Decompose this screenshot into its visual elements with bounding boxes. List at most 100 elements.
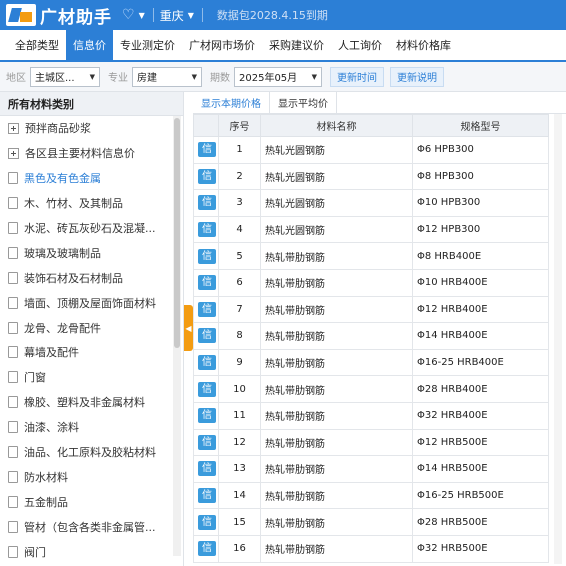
header-name[interactable]: 材料名称 bbox=[260, 114, 413, 137]
favorite-icon[interactable]: ♡ bbox=[122, 7, 135, 23]
info-price-badge[interactable]: 信 bbox=[198, 408, 216, 424]
material-name: 热轧带肋钢筋 bbox=[260, 348, 413, 377]
table-row[interactable]: 信 8 热轧带肋钢筋 Φ14 HRB400E bbox=[193, 322, 549, 350]
city-dropdown-icon[interactable]: ▼ bbox=[188, 11, 194, 20]
tab-all-types[interactable]: 全部类型 bbox=[8, 30, 66, 60]
material-name: 热轧光圆钢筋 bbox=[260, 162, 413, 191]
sidebar-item[interactable]: 龙骨、龙骨配件 bbox=[0, 315, 183, 340]
material-name: 热轧带肋钢筋 bbox=[260, 375, 413, 403]
collapse-sidebar-button[interactable]: ◀ bbox=[184, 305, 193, 351]
sidebar-item[interactable]: 门窗 bbox=[0, 365, 183, 390]
sidebar-item[interactable]: 幕墙及配件 bbox=[0, 340, 183, 365]
tab-professional-price[interactable]: 专业测定价 bbox=[113, 30, 182, 60]
info-price-badge[interactable]: 信 bbox=[198, 514, 216, 530]
sidebar-item[interactable]: 木、竹材、及其制品 bbox=[0, 191, 183, 216]
header-spec[interactable]: 规格型号 bbox=[412, 114, 549, 137]
info-price-badge[interactable]: 信 bbox=[198, 461, 216, 477]
document-icon bbox=[8, 296, 18, 309]
info-price-badge[interactable]: 信 bbox=[198, 301, 216, 317]
table-row[interactable]: 信 5 热轧带肋钢筋 Φ8 HRB400E bbox=[193, 242, 549, 270]
sidebar-item[interactable]: 黑色及有色金属 bbox=[0, 166, 183, 191]
document-icon bbox=[8, 197, 18, 210]
sidebar-item[interactable]: 五金制品 bbox=[0, 489, 183, 514]
sidebar-item[interactable]: 墙面、顶棚及屋面饰面材料 bbox=[0, 290, 183, 315]
table-row[interactable]: 信 4 热轧光圆钢筋 Φ12 HPB300 bbox=[193, 215, 549, 244]
table-row[interactable]: 信 3 热轧光圆钢筋 Φ10 HPB300 bbox=[193, 189, 549, 217]
table-row[interactable]: 信 7 热轧带肋钢筋 Φ12 HRB400E bbox=[193, 295, 549, 324]
tab-purchase-suggest[interactable]: 采购建议价 bbox=[262, 30, 331, 60]
region-select[interactable]: 主城区... ▼ bbox=[30, 66, 100, 87]
sidebar-item[interactable]: 玻璃及玻璃制品 bbox=[0, 240, 183, 265]
sidebar-item[interactable]: 防水材料 bbox=[0, 464, 183, 489]
table-row[interactable]: 信 15 热轧带肋钢筋 Φ28 HRB500E bbox=[193, 508, 549, 536]
sidebar-header: 所有材料类别 bbox=[0, 92, 183, 116]
tab-manual-inquiry[interactable]: 人工询价 bbox=[331, 30, 389, 60]
update-time-button[interactable]: 更新时间 bbox=[330, 66, 384, 87]
info-price-badge[interactable]: 信 bbox=[198, 355, 216, 371]
row-number: 8 bbox=[218, 322, 261, 350]
table-row[interactable]: 信 14 热轧带肋钢筋 Φ16-25 HRB500E bbox=[193, 481, 549, 510]
table-row[interactable]: 信 12 热轧带肋钢筋 Φ12 HRB500E bbox=[193, 428, 549, 457]
update-note-button[interactable]: 更新说明 bbox=[390, 66, 444, 87]
info-price-badge[interactable]: 信 bbox=[198, 248, 216, 264]
sidebar-item[interactable]: 各区县主要材料信息价 bbox=[0, 141, 183, 166]
period-value: 2025年05月 bbox=[239, 73, 298, 84]
sidebar-item[interactable]: 装饰石材及石材制品 bbox=[0, 265, 183, 290]
info-price-badge[interactable]: 信 bbox=[198, 168, 216, 184]
info-price-badge[interactable]: 信 bbox=[198, 275, 216, 291]
favorite-dropdown-icon[interactable]: ▼ bbox=[139, 11, 145, 20]
sidebar-scroll-thumb[interactable] bbox=[174, 118, 180, 348]
profession-select[interactable]: 房建 ▼ bbox=[132, 66, 202, 87]
document-icon bbox=[8, 271, 18, 284]
category-list: 预拌商品砂浆 各区县主要材料信息价 黑色及有色金属 木、竹材、及其制品 水泥、砖瓦灰砂石… bbox=[0, 116, 183, 564]
table-row[interactable]: 信 1 热轧光圆钢筋 Φ6 HPB300 bbox=[193, 136, 549, 164]
sidebar-item[interactable]: 橡胶、塑料及非金属材料 bbox=[0, 390, 183, 415]
table-row[interactable]: 信 2 热轧光圆钢筋 Φ8 HPB300 bbox=[193, 162, 549, 191]
sidebar-item[interactable]: 水泥、砖瓦灰砂石及混凝... bbox=[0, 216, 183, 241]
region-value: 主城区... bbox=[35, 73, 75, 84]
info-price-badge[interactable]: 信 bbox=[198, 381, 216, 397]
expand-plus-icon[interactable] bbox=[8, 147, 19, 159]
sidebar-item[interactable]: 预拌商品砂浆 bbox=[0, 116, 183, 141]
tab-market-price[interactable]: 广材网市场价 bbox=[182, 30, 262, 60]
city-selector[interactable]: 重庆 bbox=[160, 7, 184, 24]
info-price-badge[interactable]: 信 bbox=[198, 328, 216, 344]
tab-average-price[interactable]: 显示平均价 bbox=[270, 92, 337, 113]
sidebar-item[interactable]: 油品、化工原料及胶粘材料 bbox=[0, 440, 183, 465]
tab-current-price[interactable]: 显示本期价格 bbox=[193, 92, 270, 113]
material-name: 热轧带肋钢筋 bbox=[260, 508, 413, 536]
material-spec: Φ6 HPB300 bbox=[412, 136, 549, 164]
header-no[interactable]: 序号 bbox=[218, 114, 261, 137]
info-price-badge[interactable]: 信 bbox=[198, 488, 216, 504]
sidebar-item[interactable]: 油漆、涂料 bbox=[0, 415, 183, 440]
info-price-badge[interactable]: 信 bbox=[198, 434, 216, 450]
sidebar-item[interactable]: 阀门 bbox=[0, 539, 183, 564]
info-price-badge[interactable]: 信 bbox=[198, 195, 216, 211]
table-row[interactable]: 信 16 热轧带肋钢筋 Φ32 HRB500E bbox=[193, 534, 549, 563]
info-price-badge[interactable]: 信 bbox=[198, 142, 216, 158]
info-price-badge[interactable]: 信 bbox=[198, 222, 216, 238]
table-row[interactable]: 信 9 热轧带肋钢筋 Φ16-25 HRB400E bbox=[193, 348, 549, 377]
info-price-badge[interactable]: 信 bbox=[198, 541, 216, 557]
price-view-tabs: 显示本期价格 显示平均价 bbox=[193, 92, 566, 114]
sidebar-item-label: 油品、化工原料及胶粘材料 bbox=[24, 446, 156, 460]
expand-plus-icon[interactable] bbox=[8, 122, 19, 134]
period-select[interactable]: 2025年05月 ▼ bbox=[234, 66, 322, 87]
title-bar: 广材助手 ♡ ▼ 重庆 ▼ 数据包2028.4.15到期 bbox=[0, 0, 566, 30]
table-scrollbar[interactable] bbox=[554, 114, 562, 564]
document-icon bbox=[8, 246, 18, 259]
tab-info-price[interactable]: 信息价 bbox=[66, 30, 113, 60]
material-spec: Φ28 HRB400E bbox=[412, 375, 549, 403]
document-icon bbox=[8, 172, 18, 185]
row-number: 16 bbox=[218, 534, 261, 563]
tab-price-library[interactable]: 材料价格库 bbox=[389, 30, 458, 60]
row-number: 14 bbox=[218, 481, 261, 510]
app-name: 广材助手 bbox=[40, 7, 112, 28]
table-row[interactable]: 信 13 热轧带肋钢筋 Φ14 HRB500E bbox=[193, 455, 549, 483]
table-row[interactable]: 信 10 热轧带肋钢筋 Φ28 HRB400E bbox=[193, 375, 549, 403]
row-number: 1 bbox=[218, 136, 261, 164]
material-name: 热轧光圆钢筋 bbox=[260, 136, 413, 164]
table-row[interactable]: 信 6 热轧带肋钢筋 Φ10 HRB400E bbox=[193, 268, 549, 297]
sidebar-item[interactable]: 管材（包含各类非金属管... bbox=[0, 514, 183, 539]
table-row[interactable]: 信 11 热轧带肋钢筋 Φ32 HRB400E bbox=[193, 401, 549, 430]
